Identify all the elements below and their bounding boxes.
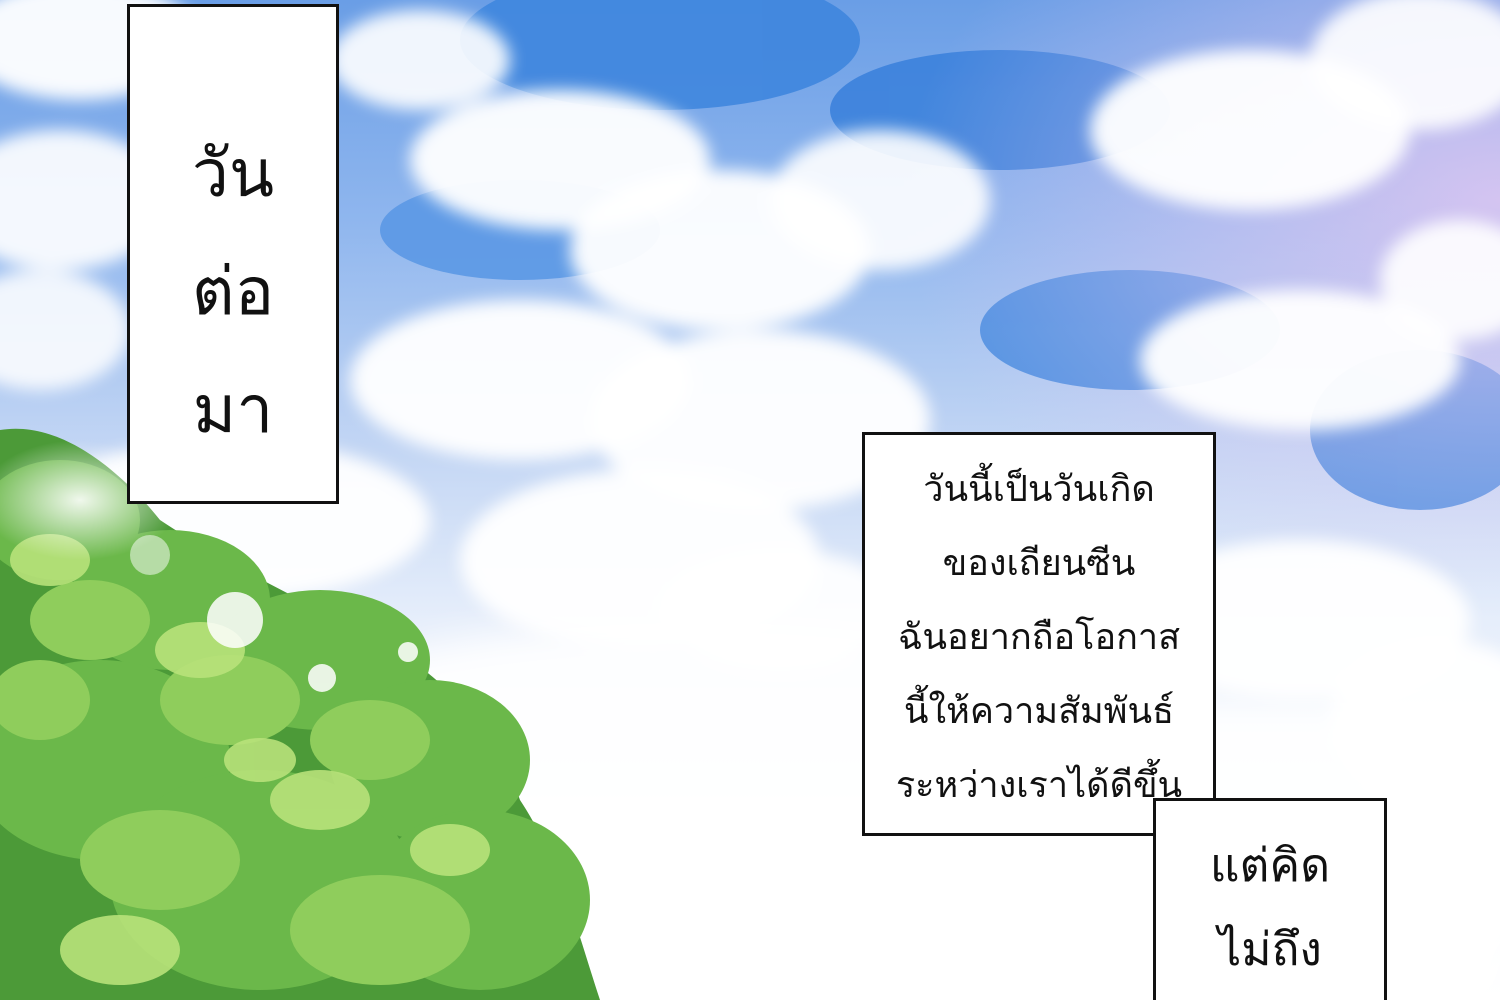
caption-line: มา (192, 371, 274, 448)
caption-box-next-day: วัน ต่อ มา (127, 4, 339, 504)
caption-box-birthday: วันนี้เป็นวันเกิด ของเถียนซีน ฉันอยากถือ… (862, 432, 1216, 836)
caption-line: วัน (191, 135, 275, 212)
caption-line: แต่คิด (1209, 838, 1331, 892)
caption-line: ของเถียนซีน (942, 543, 1136, 584)
caption-box-unexpected: แต่คิด ไม่ถึง (1153, 798, 1387, 1000)
caption-line: วันนี้เป็นวันเกิด (923, 469, 1155, 510)
caption-line: ฉันอยากถือโอกาส (897, 617, 1181, 658)
caption-line: นี้ให้ความสัมพันธ์ (903, 691, 1175, 732)
caption-line: ไม่ถึง (1218, 922, 1322, 976)
comic-panel: วัน ต่อ มา วันนี้เป็นวันเกิด ของเถียนซีน… (0, 0, 1500, 1000)
caption-line: ต่อ (191, 253, 275, 330)
